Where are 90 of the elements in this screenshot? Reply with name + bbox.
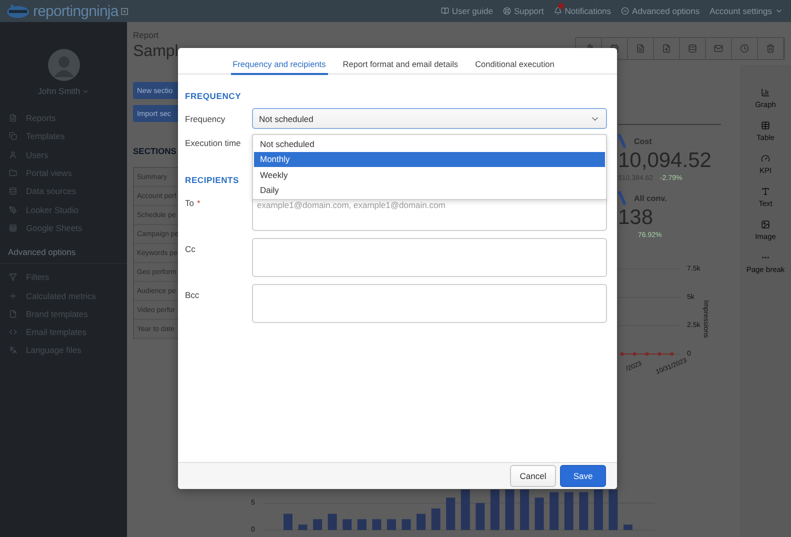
top-nav-link[interactable]: User guide [440, 6, 493, 16]
bell-icon [554, 7, 562, 15]
field-label: To [185, 198, 194, 208]
database-icon [688, 44, 697, 53]
bar-chart-icon [760, 88, 770, 97]
clock-icon [740, 44, 749, 53]
top-nav-link[interactable]: Account settings [710, 6, 783, 16]
chart-bar [446, 498, 456, 530]
chart-bar [534, 498, 544, 530]
chart-point [658, 352, 662, 356]
required-mark: * [196, 198, 200, 208]
section-heading: RECIPIENTS [185, 175, 240, 185]
chart-bar [416, 514, 426, 530]
chart-point [645, 352, 649, 356]
mascot-logo-icon [6, 4, 30, 18]
dialog-tab[interactable]: Frequency and recipients [230, 48, 328, 75]
chart-point [620, 352, 624, 356]
field-label: Frequency [185, 113, 226, 124]
file-upload-icon [662, 44, 671, 53]
image-icon [760, 220, 770, 229]
copy-icon [9, 132, 17, 140]
chart-bar [520, 490, 530, 530]
database-icon [9, 187, 17, 196]
dialog-tab[interactable]: Conditional execution [473, 48, 556, 75]
chart-point [670, 352, 674, 356]
text-icon [760, 187, 770, 196]
lifebuoy-icon [502, 7, 511, 15]
save-button[interactable]: Save [560, 465, 606, 487]
chart-bar [624, 524, 632, 530]
kpi-value: 138 [618, 206, 654, 230]
pen-icon [9, 206, 17, 214]
caret-icon [82, 88, 90, 94]
sheet-icon [9, 224, 17, 232]
avatar-icon [48, 49, 80, 81]
mail-icon [714, 44, 723, 53]
document-icon [9, 114, 17, 122]
code-icon [9, 328, 17, 336]
chart-bar [328, 514, 337, 530]
table-icon [761, 121, 770, 130]
report-title: Sampl [133, 43, 178, 61]
folder-icon [9, 169, 17, 178]
chart-bar [594, 490, 603, 530]
filter-icon [9, 273, 17, 282]
file-icon [9, 310, 17, 318]
chart-bar [460, 490, 470, 530]
chart-bar [579, 492, 588, 530]
slash-icon [618, 134, 626, 148]
trash-icon [766, 44, 775, 53]
minus-circle-icon [621, 7, 630, 15]
slash-icon [618, 191, 626, 205]
chart-bar [550, 492, 559, 530]
chart-bar [564, 492, 574, 530]
dialog-tab[interactable]: Report format and email details [340, 48, 460, 75]
dropdown-option[interactable]: Monthly [254, 152, 605, 167]
caret-icon [775, 7, 783, 15]
section-heading: FREQUENCY [185, 91, 242, 101]
bcc-field[interactable] [252, 284, 607, 323]
top-nav-link[interactable]: Notifications [554, 6, 612, 16]
sections-heading: SECTIONS [133, 146, 178, 156]
frequency-select[interactable]: Not scheduled [252, 108, 607, 129]
top-nav-link[interactable]: Advanced options [621, 6, 700, 16]
chart-bar [298, 524, 308, 530]
chart-bar [490, 490, 500, 530]
square-icon [121, 8, 128, 14]
book-icon [440, 7, 449, 15]
cancel-button[interactable]: Cancel [510, 465, 556, 487]
field-label: Cc [185, 243, 196, 254]
chart-bar [402, 519, 411, 530]
chart-bar [313, 519, 322, 530]
language-icon [9, 346, 17, 354]
cc-field[interactable] [252, 238, 607, 277]
kpi-value: 10,094.52 [618, 149, 712, 173]
chart-bar [476, 503, 485, 530]
chart-bar [608, 490, 618, 530]
chart-point [632, 352, 636, 356]
chart-bar [431, 508, 440, 530]
top-nav-link[interactable]: Support [502, 6, 544, 16]
field-label: Execution time [185, 137, 242, 148]
gauge-icon [761, 154, 770, 163]
document-icon [636, 44, 645, 53]
logo-text: reportingninja [33, 2, 118, 20]
user-icon [9, 150, 17, 159]
chart-bar [505, 490, 514, 530]
chart-bar [284, 514, 292, 530]
field-label: Bcc [185, 289, 200, 300]
chart-bar [372, 519, 382, 530]
plus-icon [9, 292, 17, 300]
chart-bar [386, 519, 396, 530]
chart-bar [342, 519, 352, 530]
chart-bar [357, 519, 366, 530]
